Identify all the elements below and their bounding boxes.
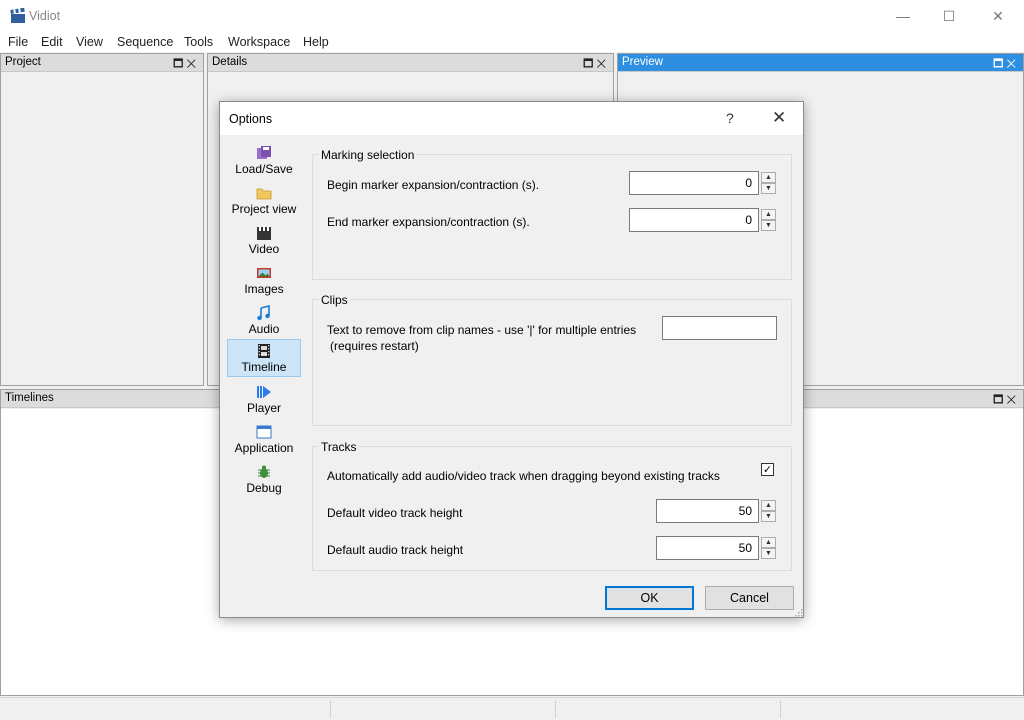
video-track-height-input[interactable]: 50 (656, 499, 759, 523)
category-label: Timeline (241, 360, 287, 374)
folder-icon (256, 188, 272, 200)
category-label: Audio (248, 322, 280, 336)
film-icon (258, 344, 270, 358)
audio-track-height-spinner[interactable]: 50 ▲ ▼ (656, 536, 777, 560)
window-title: Vidiot (29, 9, 61, 23)
category-load-save[interactable]: Load/Save (227, 142, 301, 180)
category-label: Project view (231, 202, 297, 216)
options-dialog: Options ? ✕ Load/Save Project view Video… (219, 101, 804, 618)
category-list: Load/Save Project view Video Images Audi… (224, 142, 312, 502)
category-label: Images (244, 282, 284, 296)
remove-text-input[interactable] (662, 316, 777, 340)
begin-marker-spinner[interactable]: 0 ▲ ▼ (629, 171, 777, 195)
bug-icon (258, 465, 270, 478)
end-marker-input[interactable]: 0 (629, 208, 759, 232)
category-video[interactable]: Video (227, 222, 301, 260)
panel-dock-close-icons[interactable]: 🗖✕ (993, 391, 1019, 410)
ok-button[interactable]: OK (605, 586, 694, 610)
window-titlebar: Vidiot — ☐ ✕ (0, 0, 1024, 32)
dialog-titlebar: Options ? ✕ (220, 102, 803, 135)
category-images[interactable]: Images (227, 262, 301, 300)
status-separator (330, 701, 331, 718)
panel-dock-close-icons[interactable]: 🗖✕ (993, 55, 1019, 74)
group-title: Tracks (319, 440, 359, 454)
spin-up-icon[interactable]: ▲ (761, 209, 776, 220)
panel-title: Details (212, 56, 248, 68)
window-icon (256, 425, 272, 439)
category-label: Load/Save (235, 162, 293, 176)
category-application[interactable]: Application (227, 421, 301, 459)
menubar: File Edit View Sequence Tools Workspace … (0, 32, 1024, 52)
panel-dock-close-icons[interactable]: 🗖✕ (173, 55, 199, 74)
audio-track-height-label: Default audio track height (327, 543, 464, 557)
category-debug[interactable]: Debug (227, 461, 301, 499)
spin-down-icon[interactable]: ▼ (761, 548, 776, 559)
category-label: Video (248, 242, 280, 256)
clapperboard-icon (257, 227, 271, 240)
begin-marker-input[interactable]: 0 (629, 171, 759, 195)
category-project-view[interactable]: Project view (227, 182, 301, 220)
video-track-height-label: Default video track height (327, 506, 463, 520)
spin-up-icon[interactable]: ▲ (761, 537, 776, 548)
preview-panel-header: Preview 🗖✕ (618, 54, 1023, 72)
tracks-group: Tracks Automatically add audio/video tra… (312, 440, 792, 571)
auto-add-track-label: Automatically add audio/video track when… (327, 469, 720, 483)
picture-icon (257, 268, 271, 278)
marking-selection-group: Marking selection Begin marker expansion… (312, 148, 792, 280)
category-label: Application (234, 441, 294, 455)
panel-title: Preview (622, 56, 663, 68)
remove-text-label: Text to remove from clip names - use '|'… (327, 323, 637, 337)
help-button[interactable]: ? (726, 110, 734, 126)
menu-edit[interactable]: Edit (41, 35, 63, 49)
menu-tools[interactable]: Tools (184, 35, 213, 49)
cancel-button[interactable]: Cancel (705, 586, 794, 610)
status-separator (555, 701, 556, 718)
details-panel-header: Details 🗖✕ (208, 54, 613, 72)
end-marker-spinner[interactable]: 0 ▲ ▼ (629, 208, 777, 232)
spin-up-icon[interactable]: ▲ (761, 172, 776, 183)
spin-down-icon[interactable]: ▼ (761, 220, 776, 231)
panel-dock-close-icons[interactable]: 🗖✕ (583, 55, 609, 74)
status-separator (780, 701, 781, 718)
music-note-icon (257, 305, 270, 321)
category-label: Debug (246, 481, 282, 495)
end-marker-label: End marker expansion/contraction (s). (327, 215, 530, 229)
project-panel: Project 🗖✕ (0, 53, 204, 386)
resize-grip-icon[interactable] (794, 608, 803, 617)
menu-view[interactable]: View (76, 35, 103, 49)
clapperboard-app-icon (10, 8, 25, 23)
category-player[interactable]: Player (227, 381, 301, 419)
menu-file[interactable]: File (8, 35, 28, 49)
maximize-button[interactable]: ☐ (926, 0, 972, 32)
clips-group: Clips Text to remove from clip names - u… (312, 293, 792, 426)
close-window-button[interactable]: ✕ (975, 0, 1021, 32)
group-title: Marking selection (319, 148, 417, 162)
panel-title: Project (5, 56, 41, 68)
spin-down-icon[interactable]: ▼ (761, 511, 776, 522)
minimize-button[interactable]: — (880, 0, 926, 32)
project-panel-header: Project 🗖✕ (1, 54, 203, 72)
menu-workspace[interactable]: Workspace (228, 35, 290, 49)
group-title: Clips (319, 293, 350, 307)
menu-help[interactable]: Help (303, 35, 329, 49)
dialog-close-button[interactable]: ✕ (772, 108, 786, 128)
auto-add-track-checkbox[interactable]: ✓ (761, 463, 774, 476)
panel-title: Timelines (5, 392, 54, 404)
play-icon (257, 386, 271, 398)
floppy-disk-icon (257, 146, 271, 159)
video-track-height-spinner[interactable]: 50 ▲ ▼ (656, 499, 777, 523)
category-label: Player (246, 401, 281, 415)
audio-track-height-input[interactable]: 50 (656, 536, 759, 560)
dialog-title: Options (229, 112, 273, 126)
begin-marker-label: Begin marker expansion/contraction (s). (327, 178, 540, 192)
menu-sequence[interactable]: Sequence (117, 35, 173, 49)
requires-restart-note: (requires restart) (330, 339, 419, 353)
spin-down-icon[interactable]: ▼ (761, 183, 776, 194)
category-timeline[interactable]: Timeline (227, 339, 301, 377)
status-bar (0, 697, 1024, 720)
category-audio[interactable]: Audio (227, 302, 301, 340)
spin-up-icon[interactable]: ▲ (761, 500, 776, 511)
